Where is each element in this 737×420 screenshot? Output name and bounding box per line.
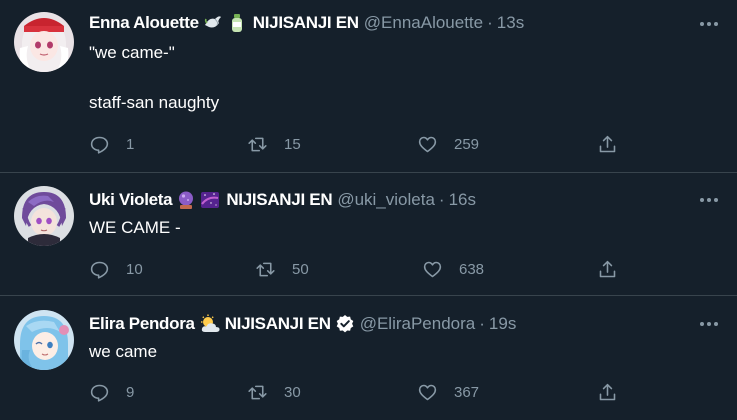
- reply-icon: [90, 384, 109, 402]
- reply-count: 9: [126, 383, 135, 401]
- reply-count: 1: [126, 135, 135, 153]
- tweet-text: WE CAME -: [89, 218, 181, 237]
- share-button[interactable]: [597, 132, 618, 156]
- like-count: 638: [459, 260, 485, 278]
- user-handle[interactable]: @EliraPendora: [360, 314, 476, 334]
- like-button[interactable]: 259: [417, 132, 479, 156]
- retweet-button[interactable]: 15: [247, 132, 301, 156]
- user-handle[interactable]: @uki_violeta: [337, 190, 435, 210]
- share-icon: [599, 260, 616, 277]
- tweet-actions: 1 15 259: [89, 132, 629, 156]
- like-count: 367: [454, 383, 480, 401]
- avatar[interactable]: [14, 186, 74, 246]
- avatar[interactable]: [14, 310, 74, 370]
- group-name: NIJISANJI EN: [224, 314, 331, 333]
- verified-badge-icon: [335, 314, 355, 334]
- like-count: 259: [454, 135, 480, 153]
- dove-emoji: [203, 13, 223, 33]
- reply-button[interactable]: 10: [89, 257, 143, 281]
- timestamp[interactable]: 13s: [497, 13, 524, 33]
- reply-button[interactable]: 1: [89, 132, 134, 156]
- night-sky-emoji: [200, 190, 220, 210]
- retweet-count: 15: [284, 135, 301, 153]
- share-button[interactable]: [597, 257, 618, 281]
- tweet-text: staff-san naughty: [89, 93, 220, 112]
- heart-icon: [418, 136, 437, 152]
- separator-dot: ·: [479, 314, 485, 333]
- tweet[interactable]: Uki Violeta NIJISANJI EN @uki_violeta · …: [0, 173, 737, 295]
- reply-icon: [90, 261, 109, 279]
- like-button[interactable]: 367: [417, 380, 479, 404]
- retweet-icon: [248, 385, 267, 399]
- sun-behind-cloud-emoji: [199, 314, 220, 334]
- tweet[interactable]: Enna Alouette NIJISANJI EN @EnnaAlouette…: [0, 0, 737, 172]
- group-name: NIJISANJI EN: [252, 13, 359, 32]
- separator-dot: ·: [487, 13, 493, 32]
- heart-icon: [418, 384, 437, 400]
- retweet-button[interactable]: 50: [255, 257, 309, 281]
- reply-count: 10: [126, 260, 143, 278]
- timestamp[interactable]: 16s: [449, 190, 476, 210]
- retweet-icon: [248, 137, 267, 151]
- share-button[interactable]: [597, 380, 618, 404]
- avatar[interactable]: [14, 12, 74, 72]
- retweet-icon: [256, 262, 275, 276]
- more-options-icon[interactable]: [699, 314, 719, 334]
- share-icon: [599, 135, 616, 152]
- tweet-header: Elira Pendora NIJISANJI EN @EliraPendora…: [89, 313, 707, 335]
- crystal-ball-emoji: [176, 190, 196, 210]
- more-options-icon[interactable]: [699, 190, 719, 210]
- tweet[interactable]: Elira Pendora NIJISANJI EN @EliraPendora…: [0, 296, 737, 420]
- separator-dot: ·: [438, 190, 445, 209]
- retweet-button[interactable]: 30: [247, 380, 301, 404]
- tweet-actions: 10 50 638: [89, 257, 629, 281]
- tweet-header: Uki Violeta NIJISANJI EN @uki_violeta · …: [89, 189, 707, 211]
- display-name[interactable]: Enna Alouette: [89, 13, 199, 33]
- reply-icon: [90, 136, 109, 154]
- reply-button[interactable]: 9: [89, 380, 134, 404]
- timestamp[interactable]: 19s: [489, 314, 516, 334]
- user-handle[interactable]: @EnnaAlouette: [364, 13, 483, 33]
- display-name[interactable]: Uki Violeta: [89, 190, 173, 210]
- retweet-count: 30: [284, 383, 301, 401]
- retweet-count: 50: [292, 260, 309, 278]
- display-name[interactable]: Elira Pendora: [89, 314, 195, 334]
- tweet-actions: 9 30 367: [89, 380, 629, 404]
- group-name: NIJISANJI EN: [226, 190, 333, 209]
- share-icon: [599, 383, 616, 400]
- like-button[interactable]: 638: [422, 257, 484, 281]
- tweet-text: we came: [89, 342, 158, 361]
- heart-icon: [423, 261, 442, 277]
- bottle-emoji: [227, 13, 247, 33]
- more-options-icon[interactable]: [699, 14, 719, 34]
- tweet-header: Enna Alouette NIJISANJI EN @EnnaAlouette…: [89, 12, 707, 34]
- tweet-text: "we came-": [89, 43, 175, 62]
